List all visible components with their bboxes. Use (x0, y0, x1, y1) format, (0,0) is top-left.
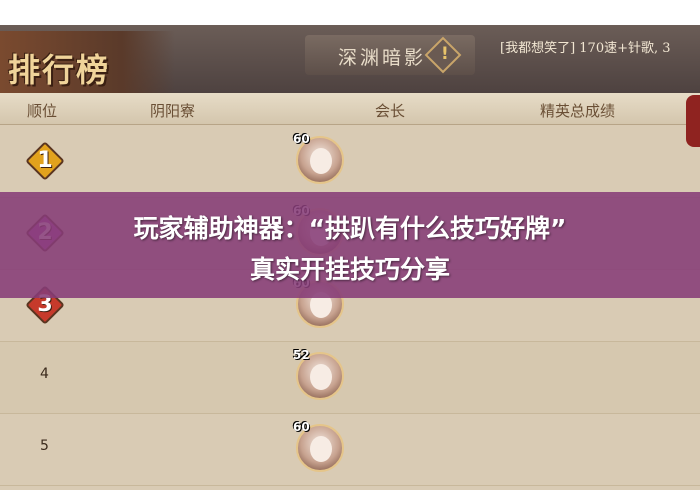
banner-subline: 真实开挂技巧分享 (249, 255, 450, 284)
header-bar: 排行榜 深渊暗影 ! [我都想笑了] 170速+针歌, 3 (0, 25, 700, 93)
table-row[interactable]: 4 52 (0, 342, 700, 414)
level-badge: 60 (293, 132, 310, 146)
column-guild: 阴阳寮 (150, 102, 196, 120)
rank-number: 1 (37, 148, 53, 173)
column-score: 精英总成绩 (540, 102, 616, 120)
rank-number: 4 (40, 366, 49, 382)
guild-tab[interactable]: 深渊暗影 ! (305, 35, 475, 75)
exclamation-icon: ! (441, 44, 449, 64)
column-header-row: 顺位 阴阳寮 会长 精英总成绩 (0, 93, 700, 125)
level-badge: 52 (293, 348, 310, 362)
level-badge: 60 (293, 420, 310, 434)
table-row[interactable]: 1 60 (0, 126, 700, 198)
column-leader: 会长 (375, 102, 406, 120)
rank-badge-icon: 1 (25, 141, 65, 181)
chat-message[interactable]: [我都想笑了] 170速+针歌, 3 (500, 37, 671, 56)
promo-banner: 玩家辅助神器：“拱趴有什么技巧好牌” 真实开挂技巧分享 (0, 192, 700, 298)
avatar-face (310, 148, 332, 174)
column-rank: 顺位 (27, 102, 58, 120)
page-title: 排行榜 (8, 51, 111, 89)
rank-number: 5 (40, 438, 49, 454)
title-plate: 排行榜 (0, 31, 175, 93)
guild-name: 深渊暗影 (338, 47, 427, 69)
avatar-face (310, 436, 332, 462)
avatar-face (310, 364, 332, 390)
banner-headline: 玩家辅助神器：“拱趴有什么技巧好牌” (133, 214, 567, 243)
table-row[interactable]: 5 60 (0, 414, 700, 486)
